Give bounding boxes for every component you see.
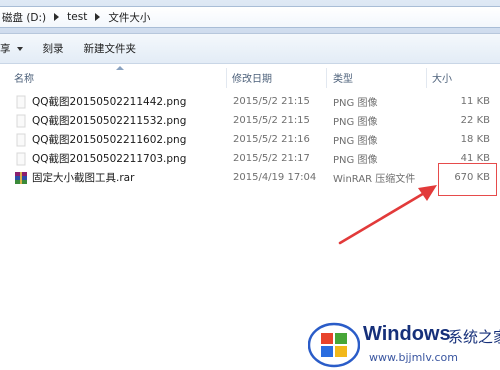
watermark-url: www.bjjmlv.com <box>369 351 458 364</box>
annotation-arrow-icon <box>338 185 437 245</box>
watermark-suffix: 系统之家 <box>448 328 500 346</box>
watermark: Windows 系统之家 www.bjjmlv.com <box>306 318 500 370</box>
windows-logo-icon <box>308 322 360 368</box>
watermark-brand: Windows <box>363 323 451 345</box>
